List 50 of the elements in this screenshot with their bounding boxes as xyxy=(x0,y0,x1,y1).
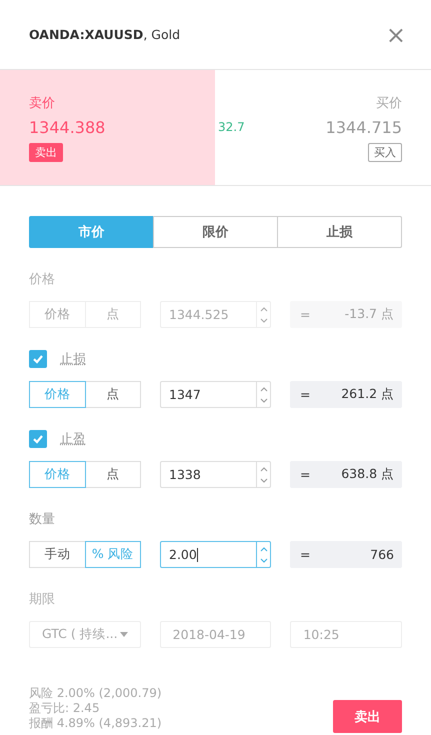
sell-quote-panel[interactable]: 卖价 1344.388 卖出 xyxy=(0,70,215,185)
buy-button[interactable]: 买入 xyxy=(368,143,402,162)
price-value: 1344.715 xyxy=(326,118,402,137)
result-value: 261.2 点 xyxy=(341,386,394,403)
number-input-field[interactable]: 1347 xyxy=(160,381,271,408)
spinner-icon[interactable] xyxy=(256,382,270,407)
dropdown-caret-icon xyxy=(120,632,128,637)
input-value: 1347 xyxy=(168,387,202,402)
checkbox[interactable] xyxy=(29,350,47,368)
mode-toggle[interactable]: 点 xyxy=(84,381,141,408)
mode-toggle[interactable]: 价格 xyxy=(29,381,86,408)
input-value: 2.00 xyxy=(168,547,199,562)
mode-toggle[interactable]: 价格 xyxy=(29,461,86,488)
equals-sign: = xyxy=(300,387,310,402)
close-button[interactable]: × xyxy=(386,22,406,46)
section-label: 止盈 xyxy=(60,431,86,448)
checkbox[interactable] xyxy=(29,430,47,448)
result-value: -13.7 点 xyxy=(344,306,394,323)
buy-quote-panel[interactable]: 买价 1344.715 买入 xyxy=(244,70,431,185)
equals-sign: = xyxy=(300,467,310,482)
section-label: 数量 xyxy=(29,511,55,528)
spinner-icon[interactable] xyxy=(256,542,270,567)
number-input-field[interactable]: 1338 xyxy=(160,461,271,488)
price-value: 1344.388 xyxy=(29,118,106,137)
sell-submit-button[interactable]: 卖出 xyxy=(333,700,402,733)
section-label: 价格 xyxy=(29,271,55,288)
mode-toggle[interactable]: 手动 xyxy=(29,541,86,568)
section-label: 止损 xyxy=(60,351,86,368)
mode-toggle[interactable]: % 风险 xyxy=(84,541,141,568)
result-value: 766 xyxy=(370,547,394,562)
sell-button[interactable]: 卖出 xyxy=(29,143,63,162)
order-type-tab[interactable]: 市价 xyxy=(29,216,154,248)
spinner-icon[interactable] xyxy=(256,462,270,487)
order-type-tab[interactable]: 止损 xyxy=(277,216,402,248)
equals-sign: = xyxy=(300,547,310,562)
equals-sign: = xyxy=(300,307,310,322)
price-label: 卖价 xyxy=(29,95,55,112)
spread-value: 32.7 xyxy=(217,119,245,134)
summary-line: 风险 2.00% (2,000.79) xyxy=(29,686,162,701)
price-label: 买价 xyxy=(376,95,402,112)
input-value: 1338 xyxy=(168,467,202,482)
summary-line: 报酬 4.89% (4,893.21) xyxy=(29,716,162,731)
input-value: 1344.525 xyxy=(168,307,230,322)
order-type-tab[interactable]: 限价 xyxy=(153,216,278,248)
mode-toggle[interactable]: 点 xyxy=(84,461,141,488)
window-title: OANDA:XAUUSD, Gold xyxy=(29,27,180,42)
number-input-field[interactable]: 2.00 xyxy=(160,541,271,568)
summary-line: 盈亏比: 2.45 xyxy=(29,701,101,716)
section-label: 期限 xyxy=(29,591,55,608)
result-value: 638.8 点 xyxy=(341,466,394,483)
